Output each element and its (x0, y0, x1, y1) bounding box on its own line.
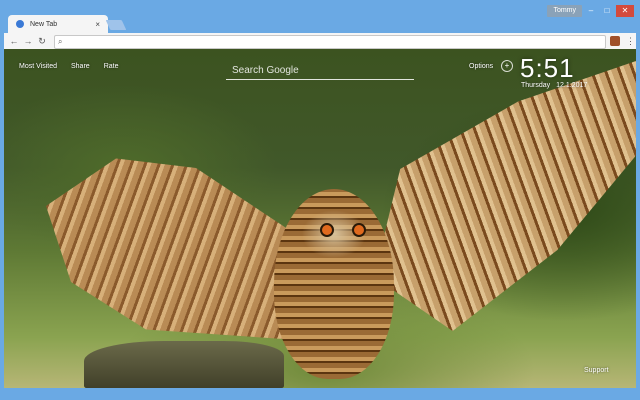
clock-day: Thursday (521, 82, 551, 89)
close-window-button[interactable]: ✕ (616, 5, 634, 17)
search-icon: ⌕ (58, 37, 63, 46)
minimize-button[interactable]: – (584, 5, 598, 17)
tree-stump (84, 341, 284, 388)
owl-eye-right (352, 223, 366, 237)
clock-date: Thursday 12.1.2017 (521, 82, 587, 89)
toolbar: ← → ↻ ⌕ ⋮ (4, 33, 636, 49)
add-icon[interactable]: + (501, 60, 513, 72)
chrome-favicon-icon (16, 20, 24, 28)
new-tab-page: Most Visited Share Rate Options + 5:51 T… (4, 49, 636, 388)
rate-link[interactable]: Rate (104, 63, 119, 70)
clock-date-value: 12.1.2017 (556, 82, 588, 89)
tab-close-icon[interactable]: × (95, 20, 100, 29)
address-bar[interactable]: ⌕ (54, 35, 606, 49)
tab-new-tab[interactable]: New Tab × (8, 15, 108, 33)
most-visited-link[interactable]: Most Visited (19, 63, 57, 70)
share-link[interactable]: Share (71, 63, 90, 70)
search-box (226, 59, 414, 80)
reload-icon[interactable]: ↻ (36, 35, 48, 47)
browser-window: Tommy – □ ✕ New Tab × ← → ↻ ⌕ ⋮ Most Vis… (0, 0, 640, 400)
window-controls: – □ ✕ (584, 5, 634, 17)
owl-eye-left (320, 223, 334, 237)
back-icon[interactable]: ← (8, 35, 20, 47)
new-tab-button[interactable] (105, 20, 127, 30)
clock-time: 5:51 (520, 53, 575, 83)
search-input[interactable] (230, 62, 414, 78)
top-links: Most Visited Share Rate (19, 63, 118, 70)
profile-badge[interactable]: Tommy (547, 5, 582, 17)
forward-icon[interactable]: → (22, 35, 34, 47)
owl-body (274, 189, 394, 379)
extension-icon[interactable] (610, 36, 620, 46)
support-link[interactable]: Support (584, 367, 609, 374)
maximize-button[interactable]: □ (600, 5, 614, 17)
tab-title: New Tab (30, 20, 58, 28)
menu-icon[interactable]: ⋮ (626, 35, 635, 47)
options-link[interactable]: Options (469, 63, 493, 70)
